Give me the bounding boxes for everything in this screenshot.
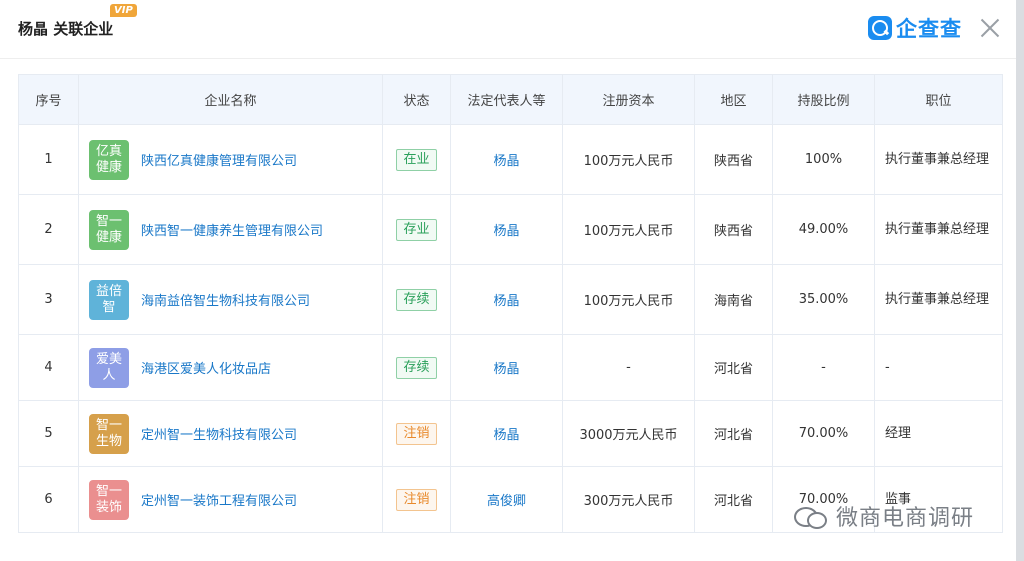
capital-cell: 100万元人民币 [562, 124, 695, 195]
row-index: 4 [18, 334, 79, 401]
column-header: 序号 [18, 74, 79, 125]
rep-cell: 杨晶 [450, 400, 563, 467]
table-row: 5 智一生物 定州智一生物科技有限公司 注销 杨晶 3000万元人民币 河北省 70.00% 经… [18, 400, 1003, 467]
table-row: 3 益倍智 海南益倍智生物科技有限公司 存续 杨晶 100万元人民币 海南省 35.00% 执行… [18, 264, 1003, 335]
row-index: 3 [18, 264, 79, 335]
region-cell: 海南省 [694, 264, 773, 335]
companies-table: 序号 企业名称 状态 法定代表人等 注册资本 地区 持股比例 职位 1 亿真健康陕… [18, 74, 1003, 533]
company-logo: 智一健康 [89, 209, 129, 250]
legal-rep-link[interactable]: 杨晶 [493, 428, 519, 443]
table-row: 2 智一健康 陕西智一健康养生管理有限公司 存业 杨晶 100万元人民币 陕西省 49.00%… [18, 194, 1003, 265]
rep-cell: 杨晶 [450, 264, 563, 335]
share-cell: 70.00% [772, 400, 875, 467]
region-cell: 河北省 [694, 400, 773, 467]
status-cell: 存续 [382, 334, 451, 401]
region-cell: 河北省 [694, 466, 773, 533]
status-cell: 在业 [382, 124, 451, 195]
company-logo: 益倍智 [89, 279, 129, 320]
company-cell: 智一装饰 定州智一装饰工程有限公司 [78, 466, 383, 533]
company-name-link[interactable]: 陕西智一健康养生管理有限公司 [141, 220, 323, 239]
status-badge: 存业 [396, 218, 437, 241]
table-row: 1 亿真健康 陕西亿真健康管理有限公司 在业 杨晶 100万元人民币 陕西省 100% 执行董事… [18, 124, 1003, 195]
rep-cell: 杨晶 [450, 194, 563, 265]
company-name-link[interactable]: 海南益倍智生物科技有限公司 [141, 290, 310, 309]
company-name-link[interactable]: 定州智一装饰工程有限公司 [141, 490, 297, 509]
capital-cell: 100万元人民币 [562, 194, 695, 265]
region-cell: 陕西省 [694, 194, 773, 265]
capital-cell: 100万元人民币 [562, 264, 695, 335]
watermark-text: 微商电商调研 [836, 506, 975, 531]
position-cell: 经理 [874, 400, 1003, 467]
position-cell: 执行董事兼总经理 [874, 124, 1003, 195]
region-cell: 河北省 [694, 334, 773, 401]
column-header: 法定代表人等 [450, 74, 563, 125]
share-cell: 100% [772, 124, 875, 195]
capital-cell: - [562, 334, 695, 401]
qichacha-icon [868, 16, 892, 40]
column-header: 地区 [694, 74, 773, 125]
company-cell: 智一生物 定州智一生物科技有限公司 [78, 400, 383, 467]
legal-rep-link[interactable]: 杨晶 [493, 224, 519, 239]
brand-logo: 企查查 [868, 14, 962, 42]
watermark: 微商电商调研 [794, 500, 974, 532]
status-badge: 在业 [396, 148, 437, 171]
row-index: 2 [18, 194, 79, 265]
share-cell: 35.00% [772, 264, 875, 335]
vip-badge: VIP [110, 4, 137, 17]
capital-cell: 3000万元人民币 [562, 400, 695, 467]
brand-name: 企查查 [896, 17, 962, 41]
related-companies-modal: 杨晶 关联企业 VIP 企查查 序号 企业名称 状态 法定代表人等 注册资本 地… [0, 0, 1016, 561]
column-header: 持股比例 [772, 74, 875, 125]
legal-rep-link[interactable]: 杨晶 [493, 294, 519, 309]
status-cell: 存续 [382, 264, 451, 335]
region-cell: 陕西省 [694, 124, 773, 195]
company-name-link[interactable]: 定州智一生物科技有限公司 [141, 424, 297, 443]
modal-header: 杨晶 关联企业 VIP 企查查 [0, 0, 1016, 59]
column-header: 职位 [874, 74, 1003, 125]
table-header-row: 序号 企业名称 状态 法定代表人等 注册资本 地区 持股比例 职位 [18, 74, 1003, 125]
legal-rep-link[interactable]: 杨晶 [493, 154, 519, 169]
share-cell: - [772, 334, 875, 401]
company-cell: 爱美人 海港区爱美人化妆品店 [78, 334, 383, 401]
legal-rep-link[interactable]: 高俊卿 [487, 494, 526, 509]
company-logo: 智一装饰 [89, 479, 129, 520]
capital-cell: 300万元人民币 [562, 466, 695, 533]
company-cell: 亿真健康 陕西亿真健康管理有限公司 [78, 124, 383, 195]
column-header: 状态 [382, 74, 451, 125]
column-header: 企业名称 [78, 74, 383, 125]
table-row: 4 爱美人 海港区爱美人化妆品店 存续 杨晶 - 河北省 - - [18, 334, 1003, 401]
close-icon[interactable] [978, 16, 1002, 40]
position-cell: 执行董事兼总经理 [874, 264, 1003, 335]
page-scrollbar[interactable] [1016, 0, 1024, 561]
rep-cell: 杨晶 [450, 334, 563, 401]
column-header: 注册资本 [562, 74, 695, 125]
status-badge: 存续 [396, 356, 437, 379]
company-name-link[interactable]: 海港区爱美人化妆品店 [141, 358, 271, 377]
company-logo: 爱美人 [89, 347, 129, 388]
status-cell: 注销 [382, 466, 451, 533]
status-cell: 存业 [382, 194, 451, 265]
status-badge: 注销 [396, 422, 437, 445]
company-cell: 益倍智 海南益倍智生物科技有限公司 [78, 264, 383, 335]
row-index: 6 [18, 466, 79, 533]
company-logo: 智一生物 [89, 413, 129, 454]
wechat-icon [794, 505, 828, 529]
modal-title: 杨晶 关联企业 [18, 20, 114, 38]
rep-cell: 高俊卿 [450, 466, 563, 533]
company-logo: 亿真健康 [89, 139, 129, 180]
row-index: 5 [18, 400, 79, 467]
share-cell: 49.00% [772, 194, 875, 265]
position-cell: - [874, 334, 1003, 401]
company-cell: 智一健康 陕西智一健康养生管理有限公司 [78, 194, 383, 265]
status-badge: 注销 [396, 488, 437, 511]
row-index: 1 [18, 124, 79, 195]
company-name-link[interactable]: 陕西亿真健康管理有限公司 [141, 150, 297, 169]
position-cell: 执行董事兼总经理 [874, 194, 1003, 265]
legal-rep-link[interactable]: 杨晶 [493, 362, 519, 377]
status-badge: 存续 [396, 288, 437, 311]
status-cell: 注销 [382, 400, 451, 467]
rep-cell: 杨晶 [450, 124, 563, 195]
